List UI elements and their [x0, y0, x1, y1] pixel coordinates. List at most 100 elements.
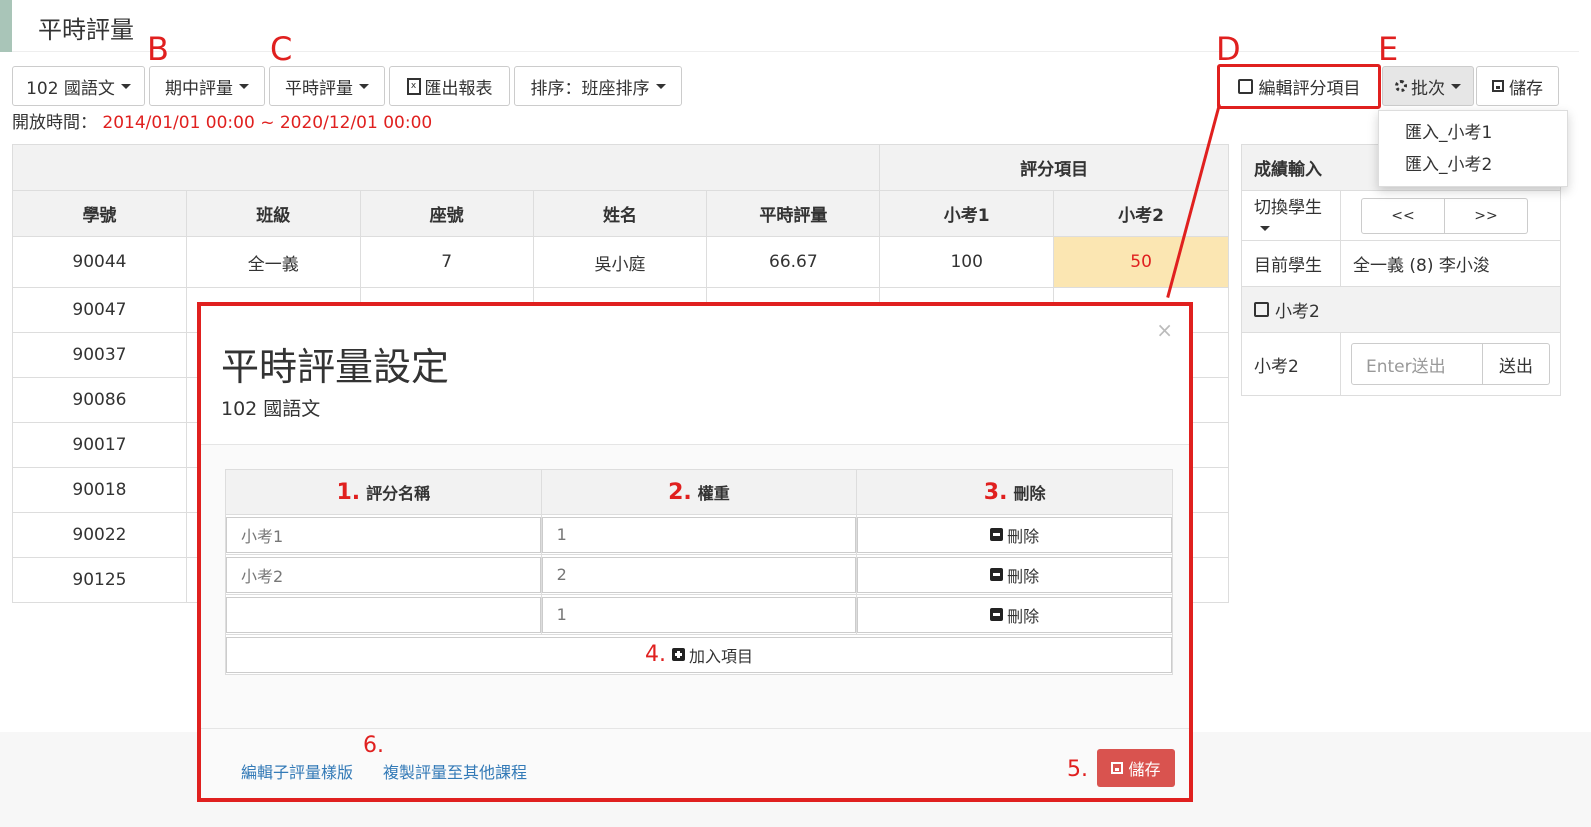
batch-menu-item-import-quiz1[interactable]: 匯入_小考1 — [1379, 117, 1567, 149]
close-icon[interactable]: × — [1156, 318, 1173, 342]
annotation-1: 1. — [336, 479, 361, 505]
page-title: 平時評量 — [38, 16, 134, 44]
annotation-3: 3. — [983, 479, 1008, 505]
table-row: 1 刪除 — [225, 594, 1173, 635]
avg-cell: 66.67 — [706, 236, 881, 288]
delete-label: 刪除 — [1007, 606, 1040, 626]
add-item-button[interactable]: 4. 加入項目 — [226, 636, 1172, 673]
delete-item-button[interactable]: 刪除 — [857, 596, 1172, 633]
student-id-cell: 90018 — [12, 467, 187, 513]
batch-dropdown[interactable]: 批次 — [1382, 66, 1474, 106]
copy-eval-link[interactable]: 複製評量至其他課程 — [383, 759, 527, 783]
col-header-delete: 3. 刪除 — [856, 469, 1173, 515]
minus-square-icon — [990, 608, 1004, 621]
course-dropdown[interactable]: 102 國語文 — [12, 66, 145, 106]
sort-dropdown-label: 排序：班座排序 — [530, 78, 650, 99]
open-time-value: 2014/01/01 00:00 ~ 2020/12/01 00:00 — [102, 113, 433, 133]
weight-field[interactable]: 2 — [541, 556, 857, 593]
submit-score-button[interactable]: 送出 — [1483, 343, 1550, 385]
modal-subtitle: 102 國語文 — [221, 398, 321, 420]
edit-sub-template-link[interactable]: 編輯子評量樣版 — [241, 759, 353, 783]
table-header-blank — [11, 144, 881, 191]
eval-dropdown-label: 平時評量 — [285, 78, 353, 99]
modal-save-button[interactable]: 儲存 — [1097, 749, 1175, 787]
student-id-cell: 90017 — [12, 422, 187, 468]
next-student-button[interactable]: >> — [1445, 197, 1528, 234]
exam-dropdown-label: 期中評量 — [165, 78, 233, 99]
col-header-item-name: 1. 評分名稱 — [225, 469, 542, 515]
sort-dropdown[interactable]: 排序：班座排序 — [514, 66, 682, 106]
score-input[interactable]: Enter送出 — [1351, 343, 1483, 385]
col-header-id: 學號 — [12, 190, 187, 237]
student-id-cell: 90037 — [12, 332, 187, 378]
save-button[interactable]: 儲存 — [1476, 66, 1559, 106]
annotation-e: E — [1378, 30, 1399, 68]
col-header-weight: 2. 權重 — [540, 469, 858, 515]
batch-menu: 匯入_小考1 匯入_小考2 — [1378, 110, 1568, 187]
save-button-label: 儲存 — [1509, 78, 1543, 99]
table-row: 90044 全一義 7 吳小庭 66.67 100 50 — [12, 236, 1229, 288]
edit-grading-items-button[interactable]: 編輯評分項目 — [1217, 64, 1381, 109]
export-report-button[interactable]: x 匯出報表 — [389, 66, 510, 106]
batch-menu-item-import-quiz2[interactable]: 匯入_小考2 — [1379, 149, 1567, 181]
student-id-cell: 90022 — [12, 512, 187, 558]
grading-items-group-header: 評分項目 — [879, 144, 1229, 191]
student-id-cell: 90086 — [12, 377, 187, 423]
title-accent-bar — [0, 0, 12, 52]
title-divider — [12, 51, 1579, 52]
caret-down-icon — [655, 83, 666, 89]
col-header-name: 姓名 — [532, 190, 708, 237]
item-name-field[interactable]: 小考1 — [226, 516, 541, 553]
annotation-d: D — [1216, 30, 1241, 68]
delete-item-button[interactable]: 刪除 — [857, 516, 1172, 553]
batch-dropdown-label: 批次 — [1411, 78, 1445, 99]
name-cell: 吳小庭 — [532, 236, 708, 288]
col-header-quiz2: 小考2 — [1053, 190, 1229, 237]
excel-file-icon: x — [406, 77, 421, 95]
col-header-weight-label: 權重 — [697, 483, 730, 503]
col-header-avg: 平時評量 — [706, 190, 881, 237]
delete-item-button[interactable]: 刪除 — [857, 556, 1172, 593]
item-header: 小考2 — [1241, 286, 1561, 333]
switch-student-dropdown[interactable]: 切換學生 — [1241, 190, 1341, 241]
prev-student-button[interactable]: << — [1361, 197, 1445, 234]
edit-icon — [1254, 302, 1269, 317]
open-time: 開放時間： 2014/01/01 00:00 ~ 2020/12/01 00:0… — [12, 108, 432, 133]
exam-dropdown[interactable]: 期中評量 — [149, 66, 265, 106]
caret-down-icon — [359, 83, 369, 89]
caret-down-icon — [1451, 83, 1461, 89]
delete-label: 刪除 — [1007, 566, 1040, 586]
floppy-icon — [1111, 762, 1124, 774]
student-id-cell: 90044 — [12, 236, 187, 288]
seat-cell: 7 — [359, 236, 534, 288]
floppy-icon — [1492, 80, 1504, 92]
gear-icon — [1395, 80, 1407, 92]
eval-dropdown[interactable]: 平時評量 — [269, 66, 385, 106]
annotation-2: 2. — [668, 479, 692, 505]
item-name-field[interactable] — [226, 596, 541, 633]
weight-field[interactable]: 1 — [541, 596, 857, 633]
item-name-field[interactable]: 小考2 — [226, 556, 541, 593]
col-header-seat: 座號 — [359, 190, 534, 237]
modal-title: 平時評量設定 — [221, 345, 450, 389]
col-header-quiz1: 小考1 — [879, 190, 1055, 237]
delete-label: 刪除 — [1007, 526, 1040, 546]
add-item-label: 加入項目 — [688, 646, 753, 666]
annotation-6: 6. — [363, 733, 384, 758]
caret-down-icon — [1260, 225, 1270, 231]
quiz2-cell[interactable]: 50 — [1053, 236, 1229, 288]
quiz1-cell[interactable]: 100 — [879, 236, 1055, 288]
caret-down-icon — [120, 83, 131, 89]
course-dropdown-label: 102 國語文 — [26, 78, 115, 99]
edit-grading-items-label: 編輯評分項目 — [1258, 79, 1361, 99]
grading-items-table: 1. 評分名稱 2. 權重 3. 刪除 小考1 1 刪除 小考2 2 刪除 1 刪除 … — [225, 469, 1173, 675]
switch-student-label: 切換學生 — [1254, 198, 1322, 218]
edit-icon — [1237, 79, 1253, 94]
modal-body: 1. 評分名稱 2. 權重 3. 刪除 小考1 1 刪除 小考2 2 刪除 1 刪除 … — [201, 444, 1189, 728]
weight-field[interactable]: 1 — [541, 516, 857, 553]
export-report-label: 匯出報表 — [424, 78, 493, 99]
eval-settings-modal: 平時評量設定 102 國語文 × 1. 評分名稱 2. 權重 3. 刪除 小考1 1 … — [197, 302, 1193, 802]
col-header-class: 班級 — [185, 190, 361, 237]
student-id-cell: 90047 — [12, 287, 187, 333]
class-cell: 全一義 — [185, 236, 361, 288]
